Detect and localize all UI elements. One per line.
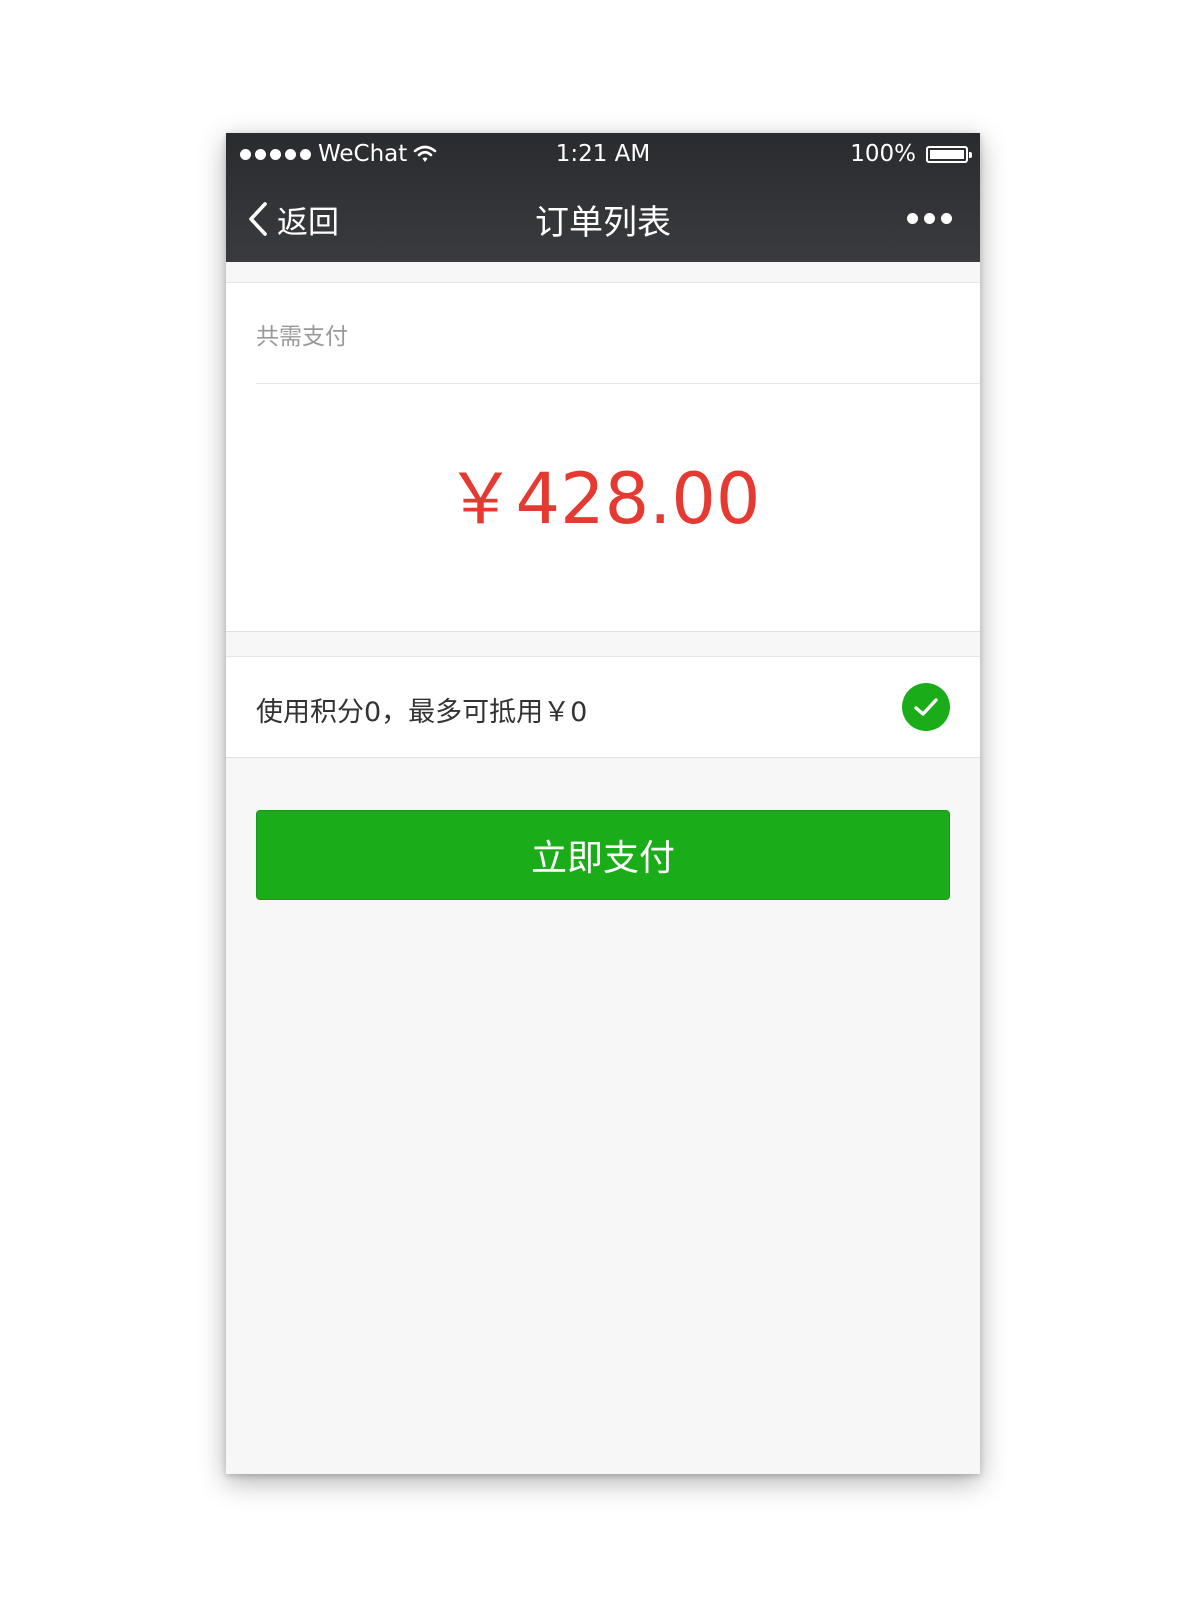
- pay-now-button[interactable]: 立即支付: [256, 810, 950, 900]
- phone-screen: WeChat 1:21 AM 100% 返回 订单列表 共需支付 ￥428.00…: [226, 133, 980, 1474]
- battery-percent: 100%: [850, 141, 916, 167]
- page-title: 订单列表: [535, 203, 671, 243]
- total-label: 共需支付: [256, 324, 348, 350]
- points-text: 使用积分0，最多可抵用￥0: [256, 697, 588, 728]
- payment-summary-card: 共需支付 ￥428.00: [226, 282, 980, 632]
- check-circle-icon[interactable]: [902, 683, 950, 731]
- payment-amount: ￥428.00: [445, 458, 761, 540]
- points-option-row[interactable]: 使用积分0，最多可抵用￥0: [226, 656, 980, 758]
- navigation-header: WeChat 1:21 AM 100% 返回 订单列表: [226, 133, 980, 262]
- divider: [256, 383, 980, 384]
- battery-icon: [926, 145, 972, 163]
- more-dots-icon[interactable]: [907, 213, 952, 224]
- status-battery: 100%: [850, 141, 972, 167]
